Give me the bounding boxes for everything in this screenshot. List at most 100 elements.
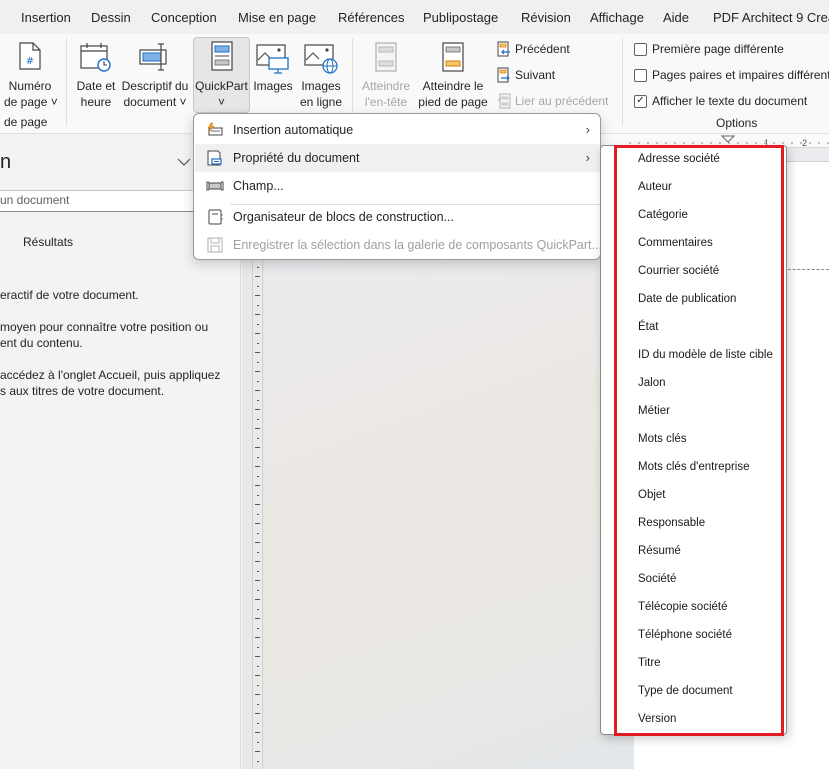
submenu-item[interactable]: Titre — [638, 657, 661, 669]
show-document-text-label: Afficher le texte du document — [652, 94, 808, 108]
quickpart-label: QuickPart — [195, 79, 248, 93]
ruler-tick — [255, 713, 260, 714]
menu-item-building-blocks[interactable]: Organisateur de blocs de construction... — [195, 203, 600, 231]
submenu-item[interactable]: Catégorie — [638, 209, 688, 221]
submenu-item[interactable]: Auteur — [638, 181, 672, 193]
submenu-item[interactable]: Responsable — [638, 517, 705, 529]
submenu-item[interactable]: Adresse société — [638, 153, 720, 165]
ruler-tick — [257, 723, 259, 724]
submenu-item[interactable]: Objet — [638, 489, 666, 501]
ruler-tick — [255, 580, 260, 581]
group-label-options: Options — [716, 116, 758, 130]
submenu-item[interactable]: ID du modèle de liste cible — [638, 349, 773, 361]
nav-help-text: moyen pour connaître votre position ou — [0, 320, 209, 334]
tab-results[interactable]: Résultats — [23, 235, 73, 249]
submenu-item[interactable]: Société — [638, 573, 676, 585]
chevron-down-icon[interactable] — [177, 155, 191, 169]
ruler-tick — [257, 381, 259, 382]
quickpart-button[interactable]: QuickPart ˅ — [194, 36, 249, 110]
submenu-item[interactable]: Commentaires — [638, 237, 713, 249]
ruler-tick — [257, 609, 259, 610]
ruler-tick — [257, 476, 259, 477]
online-images-label-1: Images — [301, 79, 341, 93]
link-previous-icon — [497, 93, 511, 109]
ruler-tick — [257, 628, 259, 629]
ruler-tick — [255, 523, 260, 524]
vertical-ruler[interactable] — [252, 258, 263, 769]
submenu-item[interactable]: Télécopie société — [638, 601, 728, 613]
different-first-page-checkbox[interactable]: Première page différente — [634, 42, 784, 56]
document-info-button[interactable]: Descriptif du document ˅ — [120, 36, 190, 110]
ruler-tick — [255, 466, 260, 467]
ruler-tick — [255, 675, 260, 676]
submenu-item[interactable]: Type de document — [638, 685, 733, 697]
document-page-background — [264, 258, 634, 769]
tab-publipostage[interactable]: Publipostage — [423, 10, 498, 25]
tab-mise-en-page[interactable]: Mise en page — [238, 10, 316, 25]
checkbox-box[interactable] — [634, 42, 647, 56]
submenu-item[interactable]: Date de publication — [638, 293, 736, 305]
tab-aide[interactable]: Aide — [663, 10, 689, 25]
goto-footer-button[interactable]: Atteindre le pied de page — [417, 36, 489, 110]
nav-help-text: accédez à l'onglet Accueil, puis appliqu… — [0, 368, 221, 382]
menu-item-save-selection[interactable]: Enregistrer la sélection dans la galerie… — [195, 231, 602, 259]
indent-marker-icon[interactable] — [720, 135, 736, 143]
ruler-tick — [255, 428, 260, 429]
submenu-item[interactable]: Mots clés d'entreprise — [638, 461, 750, 473]
next-label: Suivant — [515, 68, 556, 82]
menu-item-document-property[interactable]: Propriété du document › — [195, 144, 600, 172]
submenu-item[interactable]: Résumé — [638, 545, 681, 557]
tab-affichage[interactable]: Affichage — [590, 10, 644, 25]
previous-button[interactable]: Précédent — [497, 41, 570, 57]
next-section-icon — [497, 67, 510, 83]
ruler-tick — [257, 400, 259, 401]
ruler-tick — [255, 295, 260, 296]
checkmark-icon[interactable]: ✓ — [634, 94, 647, 108]
ruler-tick — [255, 276, 260, 277]
tab-insertion[interactable]: Insertion — [21, 10, 71, 25]
ruler-label: 2 — [802, 138, 807, 148]
nav-help-text: s aux titres de votre document. — [0, 384, 165, 398]
menu-item-field[interactable]: Champ... — [195, 172, 600, 200]
tab-conception[interactable]: Conception — [151, 10, 217, 25]
submenu-item[interactable]: Jalon — [638, 377, 666, 389]
ruler-tick — [255, 390, 260, 391]
tab-r-f-rences[interactable]: Références — [338, 10, 404, 25]
tab-r-vision[interactable]: Révision — [521, 10, 571, 25]
tab-dessin[interactable]: Dessin — [91, 10, 131, 25]
submenu-item[interactable]: État — [638, 321, 658, 333]
submenu-item[interactable]: Métier — [638, 405, 670, 417]
page-number-label-1: Numéro — [8, 79, 52, 93]
chevron-right-icon: › — [585, 122, 590, 137]
show-document-text-checkbox[interactable]: ✓ Afficher le texte du document — [634, 94, 807, 108]
goto-footer-icon — [442, 42, 464, 72]
submenu-item[interactable]: Courrier société — [638, 265, 719, 277]
next-button[interactable]: Suivant — [497, 67, 555, 83]
different-odd-even-checkbox[interactable]: Pages paires et impaires différentes — [634, 68, 829, 82]
tab-pdf-architect-9-crea[interactable]: PDF Architect 9 Crea — [713, 10, 829, 25]
quickpart-icon — [210, 41, 233, 71]
menu-item-autotext[interactable]: Insertion automatique › — [195, 116, 600, 144]
checkbox-box[interactable] — [634, 68, 647, 82]
goto-header-label-1: Atteindre — [361, 79, 411, 93]
previous-label: Précédent — [515, 42, 570, 56]
date-time-label-2: heure — [80, 95, 112, 109]
submenu-item[interactable]: Version — [638, 713, 676, 725]
ruler-tick — [257, 590, 259, 591]
images-button[interactable]: Images — [253, 36, 293, 94]
submenu-item[interactable]: Téléphone société — [638, 629, 732, 641]
ribbon-tab-bar: Insertion Dessin Conception Mise en page Réf… — [0, 0, 829, 34]
submenu-item[interactable]: Mots clés — [638, 433, 687, 445]
ruler-tick — [257, 324, 259, 325]
different-first-page-label: Première page différente — [652, 42, 784, 56]
ruler-tick — [257, 571, 259, 572]
date-time-button[interactable]: Date et heure — [76, 36, 116, 110]
goto-header-button[interactable]: Atteindre l'en-tête — [360, 36, 412, 110]
link-previous-button[interactable]: Lier au précédent — [497, 93, 608, 109]
page-number-button[interactable]: # Numéro de page ˅ — [4, 36, 58, 110]
online-images-button[interactable]: Images en ligne — [298, 36, 344, 110]
ruler-tick — [257, 267, 259, 268]
ruler-tick — [257, 685, 259, 686]
ruler-tick — [257, 742, 259, 743]
nav-pane-title: n — [0, 151, 12, 173]
